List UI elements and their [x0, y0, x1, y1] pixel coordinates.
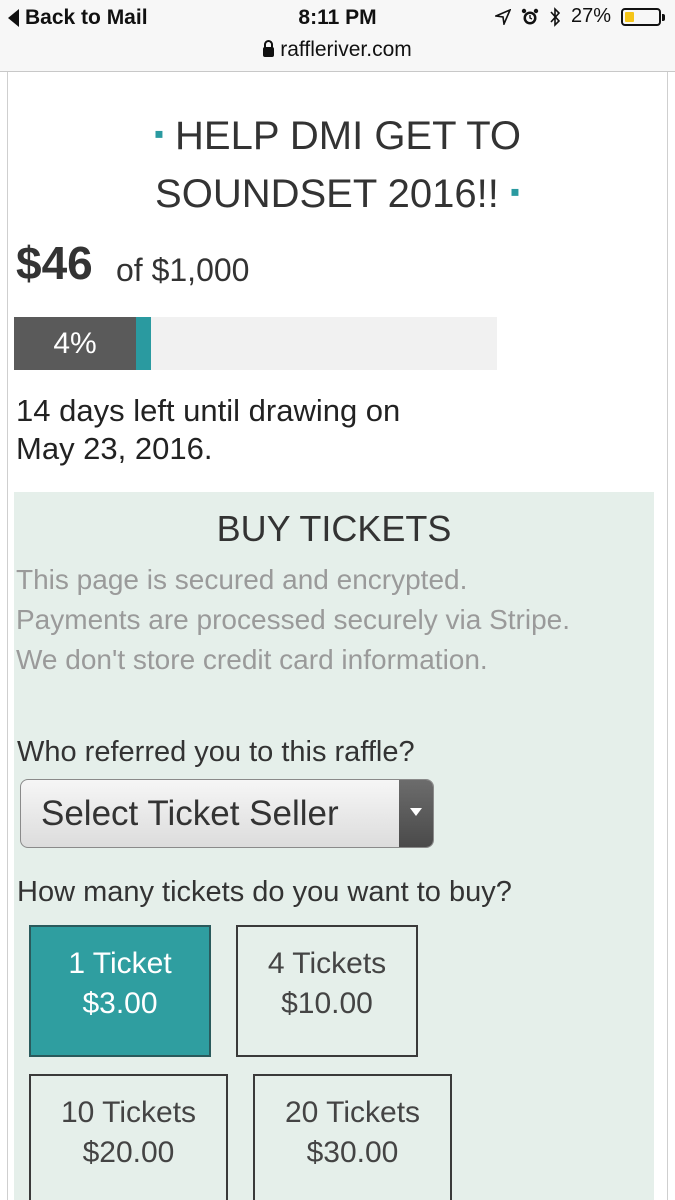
bluetooth-icon [550, 6, 561, 27]
ticket-seller-select[interactable]: Select Ticket Seller [20, 779, 434, 848]
url-text: raffleriver.com [280, 38, 412, 61]
goal-amount: of $1,000 [116, 252, 250, 288]
progress-accent [136, 317, 151, 370]
ticket-option-1[interactable]: 1 Ticket $3.00 [29, 925, 211, 1057]
raffle-title-text: HELP DMI GET TO SOUNDSET 2016!! [155, 114, 522, 216]
ticket-count: 1 Ticket [68, 947, 172, 980]
raffle-title: ▪ HELP DMI GET TO SOUNDSET 2016!! ▪ [40, 106, 635, 222]
progress-fill: 4% [14, 317, 136, 370]
battery-icon [621, 7, 665, 26]
title-bullet-right: ▪ [510, 176, 520, 207]
select-arrow-button[interactable] [399, 780, 433, 847]
chevron-down-icon [410, 808, 422, 816]
drawing-countdown: 14 days left until drawing on May 23, 20… [16, 393, 401, 466]
ticket-option-20[interactable]: 20 Tickets $30.00 [253, 1074, 452, 1200]
status-bar: Back to Mail 8:11 PM 27% raffleriver.com [0, 0, 675, 72]
address-bar[interactable]: raffleriver.com [0, 38, 675, 62]
ticket-count: 4 Tickets [267, 947, 387, 980]
ticket-seller-value: Select Ticket Seller [41, 794, 339, 833]
ticket-option-4[interactable]: 4 Tickets $10.00 [236, 925, 418, 1057]
ticket-option-10[interactable]: 10 Tickets $20.00 [29, 1074, 228, 1200]
ticket-price: $3.00 [82, 987, 158, 1020]
security-note: This page is secured and encrypted. Paym… [16, 564, 571, 675]
ticket-count: 10 Tickets [60, 1096, 197, 1129]
frame-border-left [7, 72, 8, 1200]
ticket-price: $30.00 [306, 1136, 399, 1169]
alarm-icon [521, 8, 539, 24]
amount-raised: $46 [16, 237, 93, 289]
ticket-count: 20 Tickets [284, 1096, 421, 1129]
location-icon [494, 8, 511, 25]
ticket-price: $20.00 [82, 1136, 175, 1169]
progress-bar: 4% [14, 317, 497, 370]
battery-percent: 27% [570, 5, 611, 27]
buy-tickets-heading: BUY TICKETS [216, 508, 452, 549]
status-icons: 27% [494, 5, 665, 28]
title-bullet-left: ▪ [153, 118, 164, 149]
buy-tickets-panel: BUY TICKETS This page is secured and enc… [14, 492, 654, 1200]
quantity-label: How many tickets do you want to buy? [17, 876, 512, 908]
ticket-price: $10.00 [281, 987, 373, 1020]
lock-icon [263, 40, 275, 57]
referral-label: Who referred you to this raffle? [17, 736, 415, 768]
frame-border-right [667, 72, 668, 1200]
battery-level [625, 11, 634, 22]
